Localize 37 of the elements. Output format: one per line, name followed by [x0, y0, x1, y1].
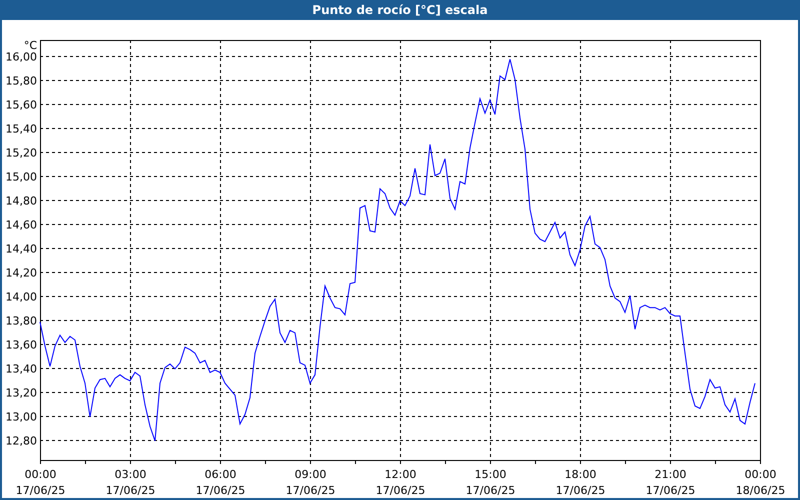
x-tick-date: 17/06/25 [106, 484, 156, 497]
x-tick-date: 17/06/25 [376, 484, 426, 497]
x-tick-time: 21:00 [654, 468, 686, 481]
x-tick-time: 03:00 [114, 468, 146, 481]
x-tick-date: 17/06/25 [646, 484, 696, 497]
y-tick-label: 13,00 [6, 410, 37, 424]
y-tick-label: 15,40 [6, 122, 37, 136]
y-tick-label: 13,20 [6, 386, 37, 400]
y-tick-label: 15,60 [6, 98, 37, 112]
y-tick-label: 14,20 [6, 266, 37, 280]
y-tick-label: 13,40 [6, 362, 37, 376]
y-tick-label: 14,00 [6, 290, 37, 304]
x-tick-time: 00:00 [744, 468, 776, 481]
x-tick-date: 17/06/25 [16, 484, 66, 497]
y-tick-label: 14,40 [6, 242, 37, 256]
y-tick-label: 13,80 [6, 314, 37, 328]
x-tick-time: 12:00 [384, 468, 416, 481]
y-tick-label: 15,20 [6, 146, 37, 160]
x-tick-time: 18:00 [564, 468, 596, 481]
x-tick-time: 09:00 [294, 468, 326, 481]
y-axis-unit: °C [24, 39, 37, 52]
y-tick-label: 15,80 [6, 74, 37, 88]
x-tick-date: 17/06/25 [556, 484, 606, 497]
window-title: Punto de rocío [°C] escala [312, 3, 488, 17]
y-tick-label: 14,60 [6, 218, 37, 232]
y-tick-label: 15,00 [6, 170, 37, 184]
x-tick-date: 18/06/25 [736, 484, 786, 497]
x-tick-date: 17/06/25 [196, 484, 246, 497]
x-tick-time: 15:00 [474, 468, 506, 481]
y-tick-label: 13,60 [6, 338, 37, 352]
x-tick-date: 17/06/25 [286, 484, 336, 497]
x-tick-time: 00:00 [24, 468, 56, 481]
y-tick-label: 14,80 [6, 194, 37, 208]
x-tick-time: 06:00 [204, 468, 236, 481]
y-tick-label: 16,00 [6, 50, 37, 64]
x-tick-date: 17/06/25 [466, 484, 516, 497]
y-tick-label: 12,80 [6, 434, 37, 448]
